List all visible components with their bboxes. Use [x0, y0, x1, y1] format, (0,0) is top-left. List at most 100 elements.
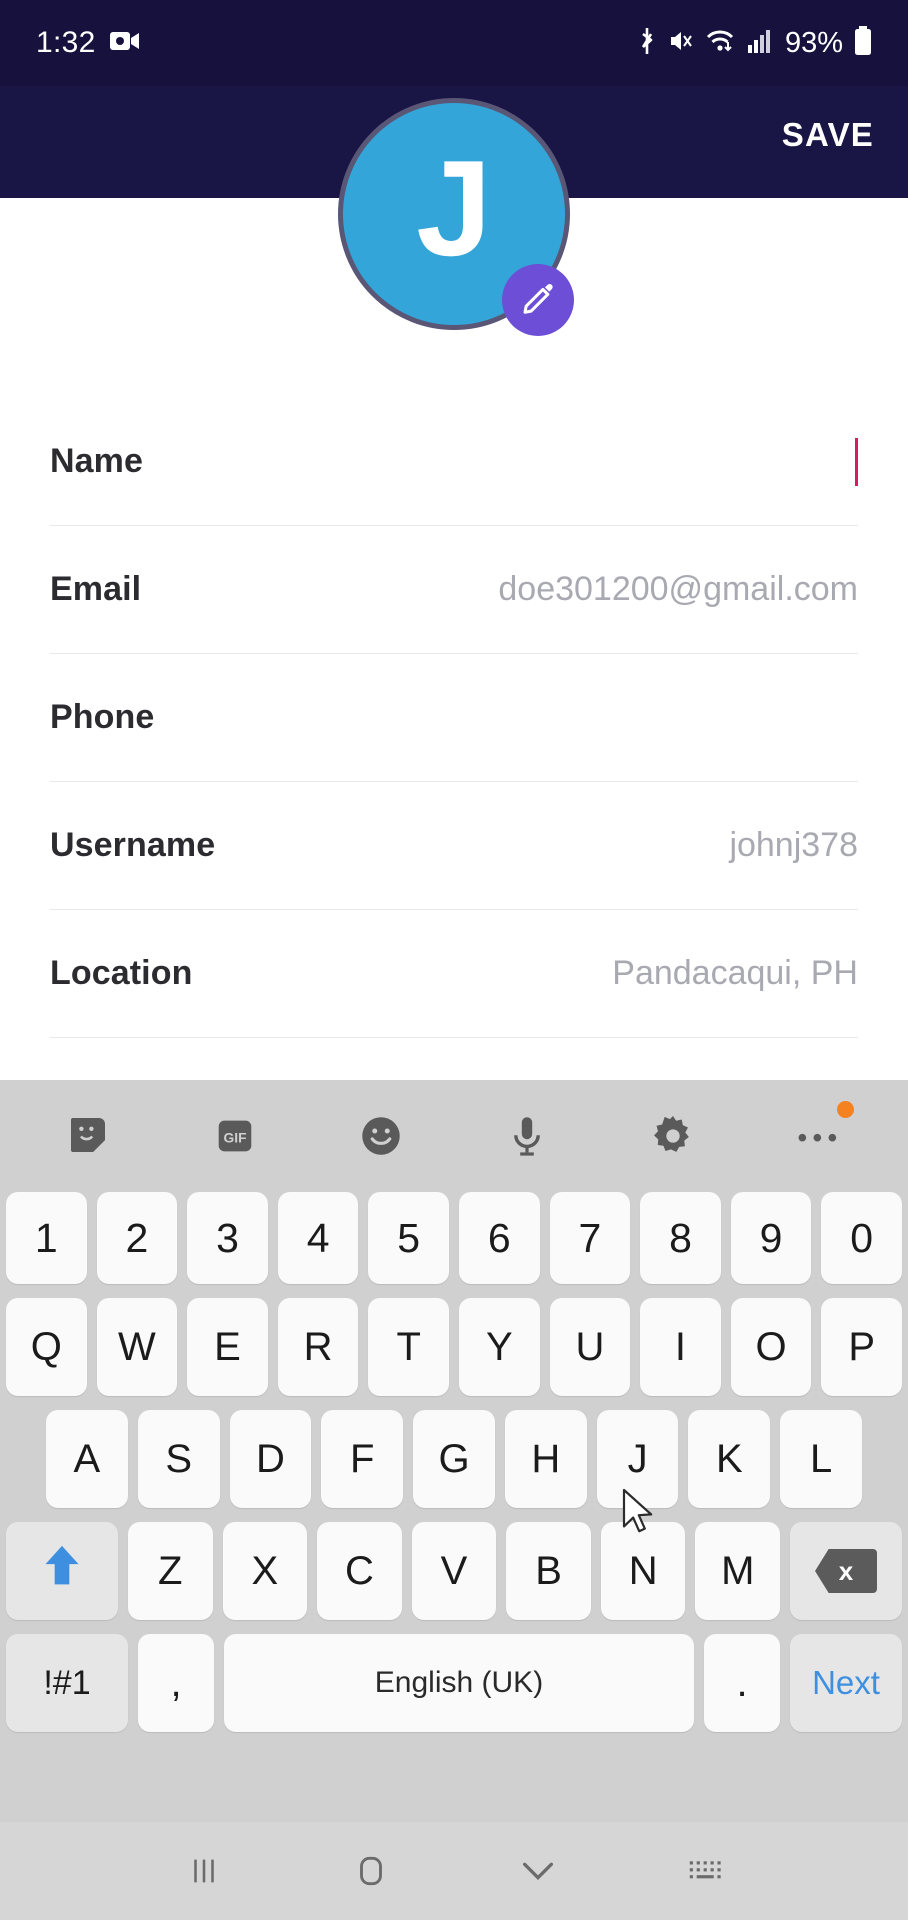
key-8[interactable]: 8 [640, 1192, 721, 1284]
key-2[interactable]: 2 [96, 1192, 178, 1284]
keyboard-row-asdf: A S D F G H J K L [6, 1410, 902, 1508]
system-navigation-bar [0, 1822, 908, 1920]
field-label-email: Email [50, 570, 142, 608]
sticker-icon[interactable] [56, 1103, 122, 1169]
form-row-phone[interactable]: Phone [50, 654, 858, 782]
avatar-container[interactable]: J [338, 98, 574, 336]
settings-gear-icon[interactable] [640, 1103, 706, 1169]
status-bar-right: 93% [636, 25, 872, 61]
key-e[interactable]: E [187, 1298, 268, 1396]
notification-dot-badge [837, 1101, 854, 1118]
key-3[interactable]: 3 [187, 1192, 268, 1284]
keyboard-row-numbers: 1 2 3 4 5 6 7 8 9 0 [6, 1192, 902, 1284]
phone-screen: 1:32 93% SAVE Name Email doe301200@gmail… [0, 0, 908, 1920]
form-row-location[interactable]: Location Pandacaqui, PH [50, 910, 858, 1038]
key-o[interactable]: O [730, 1298, 812, 1396]
key-x[interactable]: X [222, 1522, 308, 1620]
key-6[interactable]: 6 [459, 1192, 540, 1284]
keyboard-row-bottom: !#1 , English (UK) . Next [6, 1634, 902, 1732]
key-0[interactable]: 0 [821, 1192, 902, 1284]
mute-vibrate-icon [669, 28, 695, 59]
key-p[interactable]: P [821, 1298, 902, 1396]
on-screen-keyboard: GIF 1 2 3 4 5 6 7 8 9 0 Q W E R T Y U I … [0, 1080, 908, 1920]
field-value-location[interactable]: Pandacaqui, PH [612, 954, 858, 993]
edit-avatar-button[interactable] [502, 264, 574, 336]
field-label-location: Location [50, 954, 193, 992]
key-l[interactable]: L [780, 1410, 863, 1508]
form-row-birthday[interactable]: Birthday Feb 01, 1989 [50, 1038, 858, 1080]
key-i[interactable]: I [640, 1298, 721, 1396]
emoji-icon[interactable] [348, 1103, 414, 1169]
profile-form-sheet: Name Email doe301200@gmail.com Phone Use… [0, 198, 908, 1080]
microphone-icon[interactable] [494, 1103, 560, 1169]
backspace-icon: x [815, 1549, 878, 1593]
symbols-key[interactable]: !#1 [6, 1634, 128, 1732]
key-h[interactable]: H [504, 1410, 587, 1508]
comma-key[interactable]: , [138, 1634, 214, 1732]
key-b[interactable]: B [506, 1522, 591, 1620]
key-t[interactable]: T [368, 1298, 449, 1396]
key-f[interactable]: F [321, 1410, 404, 1508]
avatar-initial: J [416, 132, 492, 284]
status-bar: 1:32 93% [0, 0, 908, 86]
status-bar-left: 1:32 [36, 26, 140, 60]
space-key[interactable]: English (UK) [224, 1634, 694, 1732]
key-n[interactable]: N [600, 1522, 686, 1620]
hide-keyboard-icon[interactable] [503, 1841, 573, 1901]
video-camera-icon [109, 30, 140, 57]
shift-arrow-icon [40, 1541, 84, 1601]
key-v[interactable]: V [411, 1522, 497, 1620]
period-key[interactable]: . [704, 1634, 780, 1732]
key-1[interactable]: 1 [6, 1192, 87, 1284]
field-label-phone: Phone [50, 698, 155, 736]
status-time: 1:32 [36, 26, 96, 59]
key-d[interactable]: D [229, 1410, 312, 1508]
key-4[interactable]: 4 [277, 1192, 359, 1284]
key-5[interactable]: 5 [368, 1192, 449, 1284]
gif-icon[interactable]: GIF [202, 1103, 268, 1169]
battery-icon [854, 25, 872, 61]
svg-text:GIF: GIF [224, 1131, 247, 1146]
key-g[interactable]: G [413, 1410, 495, 1508]
field-label-name: Name [50, 442, 144, 480]
key-m[interactable]: M [695, 1522, 781, 1620]
form-row-email[interactable]: Email doe301200@gmail.com [50, 526, 858, 654]
key-j[interactable]: J [596, 1410, 679, 1508]
key-7[interactable]: 7 [549, 1192, 631, 1284]
keyboard-toolbar: GIF [0, 1080, 908, 1192]
keyboard-row-zxcv: Z X C V B N M x [5, 1522, 903, 1620]
keyboard-switch-icon[interactable] [670, 1841, 740, 1901]
key-a[interactable]: A [45, 1410, 128, 1508]
key-c[interactable]: C [317, 1522, 402, 1620]
key-w[interactable]: W [96, 1298, 178, 1396]
keyboard-row-qwerty: Q W E R T Y U I O P [6, 1298, 902, 1396]
form-row-username[interactable]: Username johnj378 [50, 782, 858, 910]
key-9[interactable]: 9 [730, 1192, 812, 1284]
key-r[interactable]: R [277, 1298, 359, 1396]
save-button[interactable]: SAVE [748, 86, 908, 198]
key-z[interactable]: Z [127, 1522, 213, 1620]
signal-bars-icon [747, 28, 771, 59]
battery-percent: 93% [784, 26, 843, 59]
next-key[interactable]: Next [790, 1634, 902, 1732]
key-u[interactable]: U [549, 1298, 631, 1396]
shift-key[interactable] [5, 1522, 118, 1620]
field-label-username: Username [50, 826, 216, 864]
pencil-icon [519, 279, 557, 322]
key-k[interactable]: K [688, 1410, 771, 1508]
key-s[interactable]: S [137, 1410, 220, 1508]
text-caret [855, 437, 858, 486]
profile-form: Name Email doe301200@gmail.com Phone Use… [0, 398, 908, 1080]
field-value-username[interactable]: johnj378 [729, 826, 858, 865]
more-options-icon[interactable] [786, 1101, 854, 1169]
key-y[interactable]: Y [459, 1298, 540, 1396]
recents-icon[interactable] [169, 1841, 239, 1901]
home-icon[interactable] [336, 1841, 406, 1901]
field-value-email[interactable]: doe301200@gmail.com [498, 570, 858, 609]
form-row-name[interactable]: Name [50, 398, 858, 526]
key-q[interactable]: Q [6, 1298, 87, 1396]
wifi-icon [706, 28, 736, 59]
field-value-name[interactable] [855, 437, 858, 486]
backspace-key[interactable]: x [790, 1522, 903, 1620]
bluetooth-icon [636, 26, 658, 61]
